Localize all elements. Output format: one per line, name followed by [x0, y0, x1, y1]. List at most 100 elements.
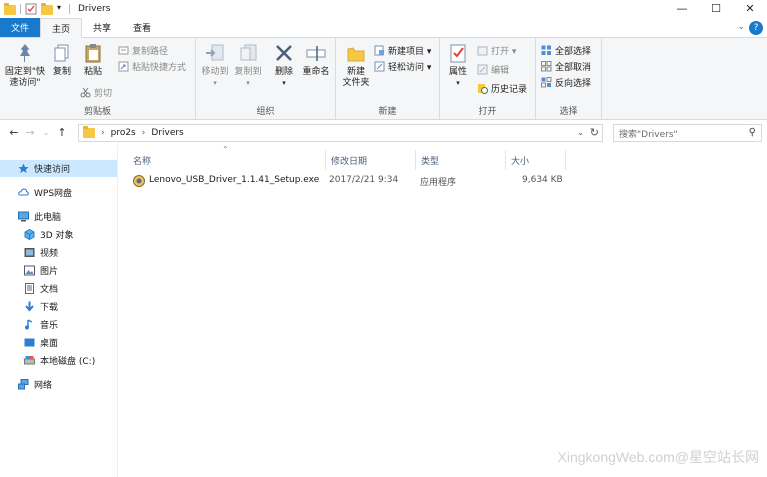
navigation-bar: ← → ⌄ ↑ › pro2s › Drivers ⌄ ↻ 搜索"Drivers…	[0, 120, 767, 145]
minimize-button[interactable]: —	[665, 0, 699, 16]
nav-item-wps[interactable]: WPS网盘	[18, 184, 72, 201]
easy-access-icon	[374, 61, 385, 72]
nav-label: 网络	[34, 381, 53, 391]
group-open: 属性 ▾ 打开 ▾ 编辑 历史记录 打开	[440, 38, 536, 120]
nav-item-videos[interactable]: 视频	[24, 244, 58, 261]
delete-button[interactable]: 删除 ▾	[270, 42, 298, 89]
nav-item-desktop[interactable]: 桌面	[24, 334, 58, 351]
paste-shortcut-button[interactable]: 粘贴快捷方式	[118, 59, 186, 73]
cut-button[interactable]: 剪切	[80, 85, 112, 99]
paste-button[interactable]: 粘贴	[80, 42, 106, 78]
file-size: 9,634 KB	[522, 175, 563, 185]
recent-locations-chevron-icon[interactable]: ⌄	[38, 128, 54, 137]
copy-path-button[interactable]: 复制路径	[118, 43, 168, 57]
move-to-button[interactable]: 移动到 ▾	[199, 42, 231, 89]
forward-arrow-icon[interactable]: →	[22, 126, 38, 139]
properties-check-icon[interactable]	[25, 3, 37, 15]
ribbon: 固定到"快速访问" 复制 粘贴 复制路径 粘贴快捷方式 剪切 剪贴板 移动到 ▾…	[0, 38, 767, 120]
tab-file[interactable]: 文件	[0, 18, 41, 37]
properties-button[interactable]: 属性 ▾	[444, 42, 472, 89]
open-group-label: 打开	[478, 107, 497, 117]
select-all-label: 全部选择	[555, 46, 592, 57]
clipboard-group-label: 剪贴板	[83, 107, 111, 117]
address-dropdown-icon[interactable]: ⌄	[577, 128, 584, 137]
new-folder-button[interactable]: 新建 文件夹	[340, 42, 372, 89]
folder-icon	[83, 126, 95, 138]
move-to-label: 移动到	[201, 67, 229, 77]
copy-button[interactable]: 复制	[49, 42, 75, 78]
breadcrumb-chevron-icon[interactable]: ›	[101, 128, 105, 138]
title-bar: ▾ Drivers — ☐ ✕	[0, 0, 767, 18]
history-icon	[477, 83, 488, 94]
nav-item-3d-objects[interactable]: 3D 对象	[24, 226, 74, 243]
close-button[interactable]: ✕	[733, 0, 767, 16]
new-item-button[interactable]: 新建项目 ▾	[374, 43, 431, 57]
easy-access-label: 轻松访问 ▾	[388, 62, 432, 73]
quick-access-toolbar: ▾	[0, 0, 74, 18]
copy-to-button[interactable]: 复制到 ▾	[232, 42, 264, 89]
cube-icon	[24, 228, 35, 241]
nav-item-network[interactable]: 网络	[18, 376, 52, 393]
invert-selection-icon	[541, 76, 552, 88]
nav-item-documents[interactable]: 文档	[24, 280, 58, 297]
file-date: 2017/2/21 9:34	[329, 175, 399, 185]
nav-item-downloads[interactable]: 下载	[24, 298, 58, 315]
search-placeholder: 搜索"Drivers"	[619, 129, 678, 140]
tab-share[interactable]: 共享	[82, 18, 122, 37]
column-header-type[interactable]: 类型	[416, 150, 506, 170]
ribbon-tabs: 文件 主页 共享 查看 ⌄ ?	[0, 18, 767, 38]
collapse-ribbon-icon[interactable]: ⌄	[737, 22, 745, 32]
nav-item-quick-access[interactable]: 快速访问	[0, 160, 117, 177]
pin-quick-access-button[interactable]: 固定到"快速访问"	[3, 42, 47, 89]
table-row[interactable]: Lenovo_USB_Driver_1.1.41_Setup.exe 2017/…	[129, 173, 569, 190]
back-arrow-icon[interactable]: ←	[6, 126, 22, 139]
select-all-button[interactable]: 全部选择	[541, 43, 591, 57]
divider	[20, 4, 21, 14]
refresh-icon[interactable]: ↻	[590, 126, 599, 139]
copy-path-label: 复制路径	[132, 46, 169, 57]
up-arrow-icon[interactable]: ↑	[54, 126, 70, 139]
nav-label: 此电脑	[34, 213, 62, 223]
new-folder-icon[interactable]	[41, 3, 53, 15]
copy-path-icon	[118, 45, 129, 56]
easy-access-button[interactable]: 轻松访问 ▾	[374, 59, 431, 73]
installer-file-icon	[133, 175, 145, 190]
navigation-pane: 快速访问 WPS网盘 此电脑 3D 对象 视频 图片 文档 下载 音乐 桌面 本…	[0, 145, 118, 477]
column-header-date[interactable]: 修改日期	[326, 150, 416, 170]
nav-label: 桌面	[40, 339, 59, 349]
edit-button[interactable]: 编辑	[477, 62, 509, 76]
move-to-icon	[204, 42, 226, 64]
open-label: 打开 ▾	[491, 46, 517, 57]
file-type: 应用程序	[420, 178, 457, 188]
select-all-icon	[541, 45, 552, 56]
search-input[interactable]: 搜索"Drivers" ⚲	[613, 124, 762, 142]
search-icon[interactable]: ⚲	[749, 127, 756, 138]
breadcrumb-pro2s[interactable]: pro2s	[111, 128, 136, 138]
open-button[interactable]: 打开 ▾	[477, 43, 516, 57]
new-item-label: 新建项目 ▾	[388, 46, 432, 57]
nav-label: 图片	[40, 267, 59, 277]
maximize-button[interactable]: ☐	[699, 0, 733, 16]
tab-view[interactable]: 查看	[122, 18, 162, 37]
column-header-name[interactable]: 名称	[128, 150, 326, 170]
rename-button[interactable]: 重命名	[300, 42, 332, 78]
breadcrumb-drivers[interactable]: Drivers	[151, 128, 183, 138]
address-bar[interactable]: › pro2s › Drivers ⌄ ↻	[78, 124, 603, 142]
nav-item-this-pc[interactable]: 此电脑	[18, 208, 61, 225]
breadcrumb-chevron-icon[interactable]: ›	[142, 128, 146, 138]
group-new: 新建 文件夹 新建项目 ▾ 轻松访问 ▾ 新建	[336, 38, 440, 120]
tab-home[interactable]: 主页	[40, 18, 83, 38]
customize-dropdown-icon[interactable]: ▾	[57, 3, 65, 15]
edit-icon	[477, 64, 488, 75]
help-icon[interactable]: ?	[749, 21, 763, 35]
invert-selection-button[interactable]: 反向选择	[541, 75, 591, 89]
nav-item-local-disk[interactable]: 本地磁盘 (C:)	[24, 352, 95, 369]
column-header-size[interactable]: 大小	[506, 150, 566, 170]
nav-item-pictures[interactable]: 图片	[24, 262, 58, 279]
select-group-label: 选择	[559, 107, 578, 117]
nav-label: 下载	[40, 303, 59, 313]
history-button[interactable]: 历史记录	[477, 81, 527, 95]
nav-item-music[interactable]: 音乐	[24, 316, 58, 333]
nav-label: 快速访问	[34, 165, 71, 175]
select-none-button[interactable]: 全部取消	[541, 59, 591, 73]
